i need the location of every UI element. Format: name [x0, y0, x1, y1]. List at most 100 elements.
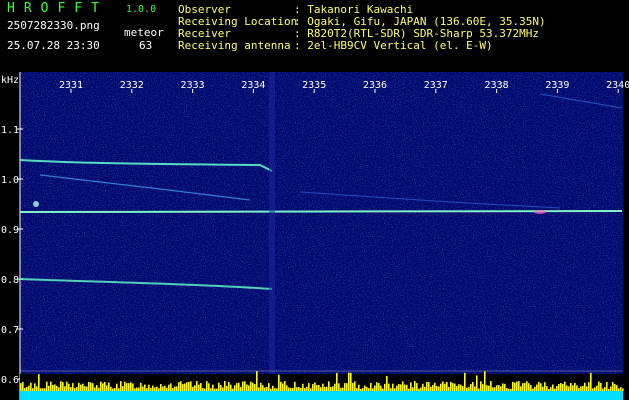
signal-bar: [58, 387, 60, 391]
signal-bar: [456, 386, 458, 391]
signal-bar: [566, 385, 568, 391]
signal-bar: [322, 383, 324, 391]
signal-bar: [268, 383, 270, 391]
signal-bar: [558, 383, 560, 391]
signal-bar: [146, 388, 148, 391]
signal-bar: [196, 381, 198, 391]
signal-bar: [616, 385, 618, 391]
y-tick-label: 1.1: [1, 125, 19, 136]
signal-bar: [40, 388, 42, 391]
signal-bar: [24, 388, 26, 391]
signal-bar: [360, 388, 362, 391]
signal-bar: [598, 381, 600, 391]
signal-bar: [514, 382, 516, 391]
signal-bar: [372, 388, 374, 391]
signal-bar: [460, 384, 462, 391]
signal-bar: [448, 386, 450, 391]
signal-bar: [226, 385, 228, 391]
signal-bar: [112, 388, 114, 391]
signal-bar: [156, 386, 158, 391]
signal-bar: [488, 385, 490, 391]
signal-bar: [148, 384, 150, 391]
signal-bar: [160, 384, 162, 391]
signal-bar: [508, 388, 510, 391]
signal-bar: [540, 383, 542, 391]
signal-bar: [380, 385, 382, 391]
signal-bar: [204, 388, 206, 391]
signal-bar: [454, 383, 456, 391]
signal-bar: [150, 387, 152, 391]
signal-bar: [452, 383, 454, 391]
signal-bar: [556, 385, 558, 391]
signal-bar: [326, 386, 328, 391]
signal-bar: [554, 388, 556, 391]
signal-bar: [492, 387, 494, 391]
signal-bar: [106, 385, 108, 391]
signal-bar: [494, 387, 496, 391]
signal-bar: [580, 386, 582, 391]
signal-bar: [404, 384, 406, 391]
signal-bar: [308, 383, 310, 391]
signal-bar: [256, 371, 258, 391]
signal-bar: [490, 381, 492, 391]
signal-bar: [468, 387, 470, 391]
signal-bar: [352, 382, 354, 391]
signal-bar: [44, 388, 46, 391]
signal-bar: [118, 388, 120, 391]
signal-bar: [428, 381, 430, 391]
signal-bar: [472, 381, 474, 391]
signal-bar: [186, 382, 188, 391]
signal-bar: [398, 384, 400, 391]
signal-bar: [78, 382, 80, 391]
antenna-value: : 2el-HB9CV Vertical (el. E-W): [294, 39, 493, 52]
signal-bar: [70, 387, 72, 391]
signal-bar: [272, 385, 274, 391]
signal-bar: [550, 387, 552, 391]
signal-bar: [296, 387, 298, 391]
signal-bar: [310, 388, 312, 391]
signal-bar: [350, 372, 352, 391]
antenna-label: Receiving antenna: [178, 39, 291, 52]
signal-bar: [622, 388, 624, 391]
signal-bar: [334, 383, 336, 391]
signal-bar: [234, 385, 236, 391]
signal-bar: [180, 381, 182, 391]
signal-bar: [260, 382, 262, 391]
signal-bar: [208, 383, 210, 391]
y-tick-label: 0.7: [1, 325, 19, 336]
signal-bar: [420, 387, 422, 391]
signal-bar: [528, 383, 530, 391]
signal-bar: [484, 371, 486, 391]
signal-bar: [364, 385, 366, 391]
signal-bar: [298, 387, 300, 391]
signal-bar: [362, 388, 364, 391]
signal-bar: [80, 384, 82, 391]
signal-bar: [604, 387, 606, 391]
signal-bar: [34, 383, 36, 391]
signal-bar: [292, 387, 294, 391]
signal-bar: [274, 388, 276, 391]
signal-bar: [570, 383, 572, 391]
signal-bar: [302, 383, 304, 391]
datetime: 25.07.28 23:30: [7, 39, 100, 52]
trace-carrier-line: [19, 210, 623, 213]
signal-bar: [366, 386, 368, 391]
signal-bar: [92, 383, 94, 391]
signal-bar: [206, 381, 208, 391]
signal-bar: [464, 372, 466, 391]
signal-bar: [166, 387, 168, 391]
signal-bar: [386, 376, 388, 391]
signal-bar: [602, 388, 604, 391]
signal-bar: [340, 387, 342, 391]
y-tick-label: 0.8: [1, 275, 19, 286]
signal-bar: [546, 386, 548, 391]
signal-bar: [252, 382, 254, 391]
signal-bar: [300, 387, 302, 391]
signal-bar: [400, 384, 402, 391]
meteor-echo: [33, 201, 39, 207]
signal-bar: [246, 384, 248, 391]
signal-bar: [48, 385, 50, 391]
signal-bar: [86, 386, 88, 391]
signal-bar: [342, 387, 344, 391]
signal-bar: [238, 382, 240, 391]
